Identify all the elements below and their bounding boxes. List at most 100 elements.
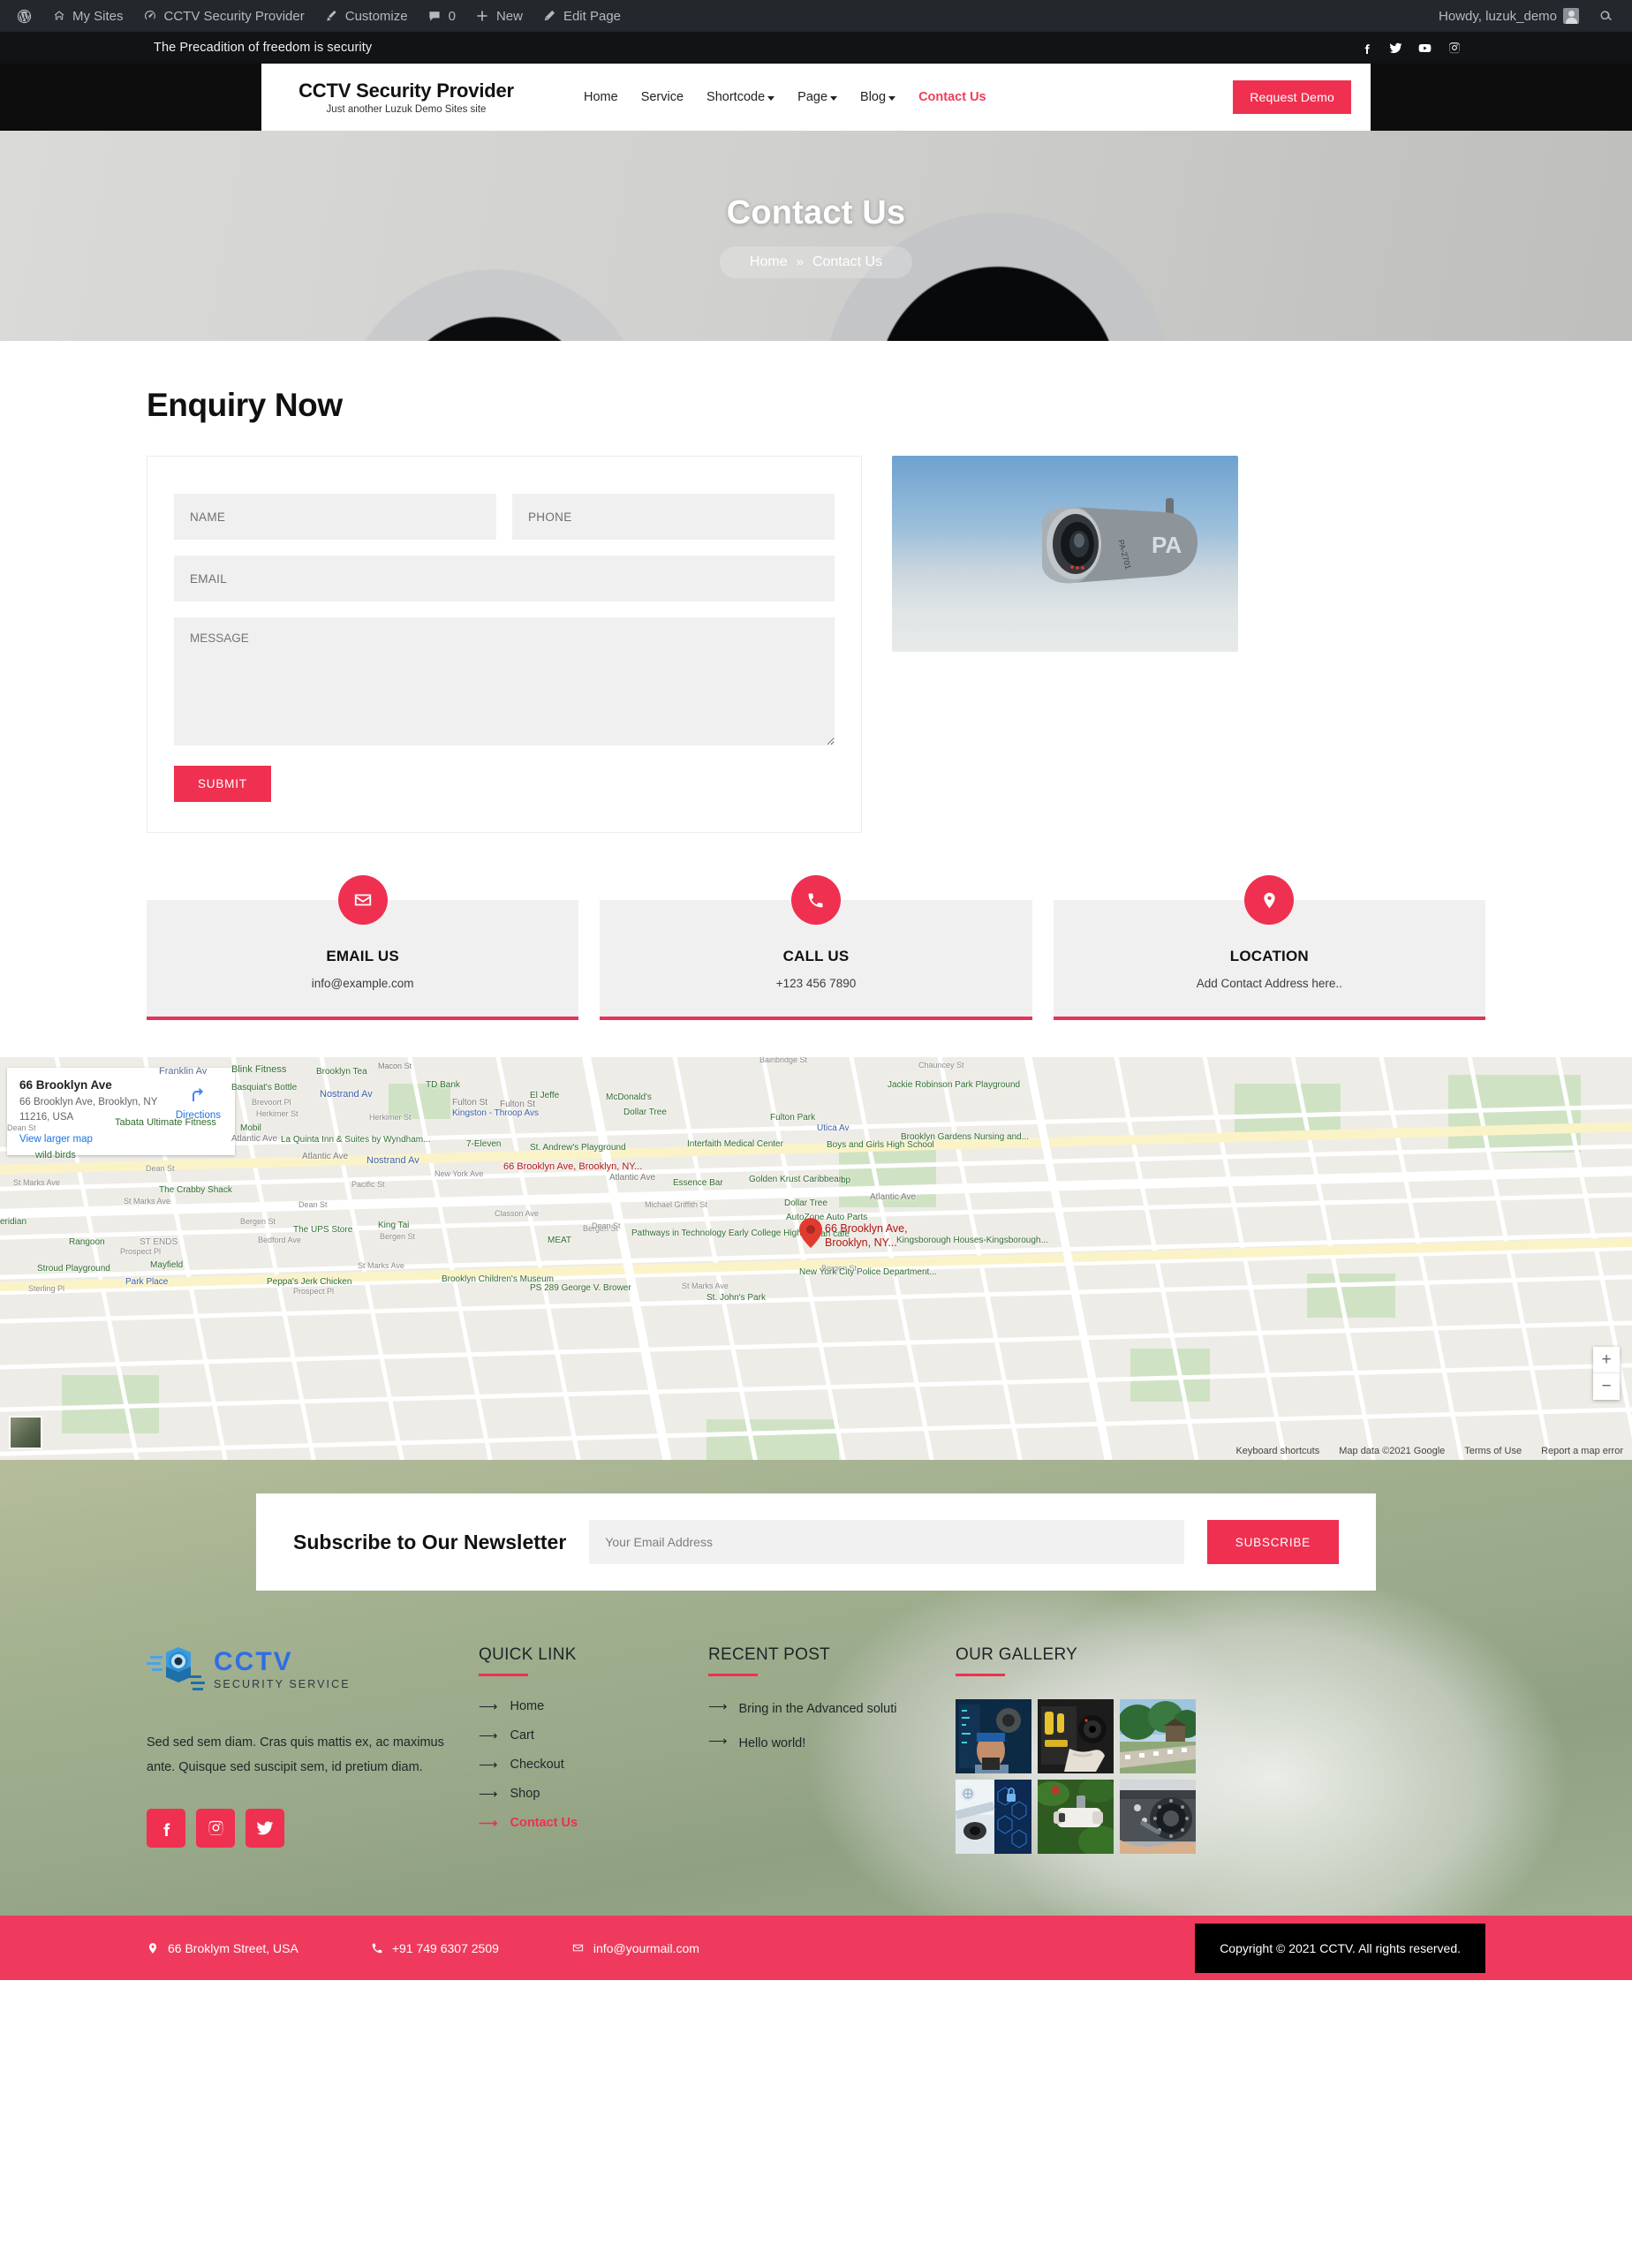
gallery-technician-server[interactable] [956, 1699, 1031, 1773]
admin-bar-search[interactable] [1589, 0, 1623, 32]
footer-link-shop[interactable]: ⟶ Shop [479, 1787, 708, 1801]
request-demo-button[interactable]: Request Demo [1233, 80, 1351, 114]
instagram-icon[interactable] [1447, 42, 1461, 55]
zoom-out-button[interactable]: − [1593, 1373, 1620, 1400]
message-textarea[interactable] [174, 617, 835, 745]
top-bar: The Precadition of freedom is security [0, 32, 1632, 64]
map-label: Dollar Tree [784, 1198, 827, 1208]
admin-bar-item-comments[interactable]: 0 [418, 0, 465, 32]
admin-bar-item-my-sites[interactable]: My Sites [42, 0, 133, 32]
nav-label: Contact Us [918, 90, 986, 104]
subscribe-button[interactable]: SUBSCRIBE [1206, 1520, 1339, 1564]
footer-gallery-column: OUR GALLERY [956, 1645, 1203, 1854]
map-label: TD Bank [426, 1080, 460, 1090]
map-pin-marker[interactable] [799, 1218, 822, 1248]
site-description: Just another Luzuk Demo Sites site [326, 104, 487, 116]
admin-bar-item-customize[interactable]: Customize [314, 0, 418, 32]
nav-item-page[interactable]: Page [786, 90, 849, 104]
footer-about-column: CCTV SECURITY SERVICE Sed sed sem diam. … [147, 1645, 479, 1854]
map-label: Tabata Ultimate Fitness [115, 1117, 216, 1128]
footer-email[interactable]: info@yourmail.com [571, 1941, 699, 1955]
admin-bar-item-edit-page[interactable]: Edit Page [533, 0, 631, 32]
gallery-camera-closeup[interactable] [1120, 1780, 1196, 1854]
twitter-icon[interactable] [1389, 42, 1402, 55]
admin-bar-item-site-name[interactable]: CCTV Security Provider [133, 0, 314, 32]
report-map-error-link[interactable]: Report a map error [1541, 1446, 1623, 1456]
map-label: bp [841, 1176, 851, 1185]
keyboard-shortcuts-link[interactable]: Keyboard shortcuts [1235, 1446, 1319, 1456]
map-pin-icon [148, 1942, 157, 1954]
breadcrumb-home[interactable]: Home [750, 254, 788, 270]
map-label: Pacific St [351, 1180, 385, 1189]
page-root: My Sites CCTV Security Provider Customiz… [0, 0, 1632, 1980]
avatar [1563, 8, 1579, 24]
gallery-outdoor-driveway[interactable] [1120, 1699, 1196, 1773]
gallery-camera-toolbox[interactable] [1038, 1699, 1114, 1773]
chevron-down-icon [767, 95, 775, 101]
submit-button[interactable]: SUBMIT [174, 766, 271, 802]
contact-card-call[interactable]: CALL US +123 456 7890 [600, 875, 1032, 1020]
street-view-thumbnail[interactable] [9, 1416, 42, 1449]
gallery-camera-foliage[interactable] [1038, 1780, 1114, 1854]
map-label: Franklin Av [159, 1066, 208, 1077]
svg-text:PA: PA [1152, 532, 1182, 558]
nav-item-service[interactable]: Service [630, 90, 695, 104]
facebook-icon[interactable] [147, 1808, 185, 1848]
admin-bar-label: CCTV Security Provider [163, 8, 305, 24]
footer-link-contact-us[interactable]: ⟶ Contact Us [479, 1816, 708, 1830]
site-branding[interactable]: CCTV Security Provider Just another Luzu… [261, 79, 542, 115]
nav-label: Service [640, 90, 684, 104]
google-map[interactable]: 66 Brooklyn Ave 66 Brooklyn Ave, Brookly… [0, 1057, 1632, 1460]
footer-logo[interactable]: CCTV SECURITY SERVICE [147, 1645, 447, 1693]
footer-link-checkout[interactable]: ⟶ Checkout [479, 1758, 708, 1772]
gallery-network-security[interactable] [956, 1780, 1031, 1854]
admin-bar-howdy[interactable]: Howdy, luzuk_demo [1429, 0, 1589, 32]
directions-button[interactable]: Directions [176, 1084, 221, 1121]
admin-bar-label: New [495, 8, 523, 24]
main-navigation: Home Service Shortcode Page Blog Contact… [572, 90, 998, 104]
map-label: McDonald's [606, 1092, 652, 1102]
contact-card-email[interactable]: EMAIL US info@example.com [147, 875, 579, 1020]
nav-item-shortcode[interactable]: Shortcode [695, 90, 786, 104]
map-label: Bergen St [380, 1232, 416, 1241]
terms-of-use-link[interactable]: Terms of Use [1464, 1446, 1522, 1456]
nav-item-home[interactable]: Home [572, 90, 630, 104]
phone-input[interactable] [512, 494, 835, 540]
page-hero-banner: Contact Us Home » Contact Us [0, 131, 1632, 341]
contact-cards: EMAIL US info@example.com CALL US +123 4… [147, 875, 1485, 1029]
footer-post-link[interactable]: ⟶ Hello world! [708, 1734, 956, 1753]
footer-post-link[interactable]: ⟶ Bring in the Advanced soluti [708, 1699, 956, 1719]
cctv-logo-icon [147, 1647, 205, 1690]
name-input[interactable] [174, 494, 496, 540]
footer-link-home[interactable]: ⟶ Home [479, 1699, 708, 1713]
footer-link-label: Shop [510, 1787, 540, 1801]
facebook-icon[interactable] [1360, 42, 1373, 55]
map-label: St. Andrew's Playground [530, 1143, 626, 1153]
footer-columns: CCTV SECURITY SERVICE Sed sed sem diam. … [132, 1591, 1500, 1916]
admin-bar-item-new[interactable]: New [465, 0, 533, 32]
map-zoom-controls[interactable]: + − [1593, 1347, 1620, 1400]
nav-item-contact-us[interactable]: Contact Us [907, 90, 998, 104]
footer-link-cart[interactable]: ⟶ Cart [479, 1728, 708, 1743]
youtube-icon[interactable] [1418, 42, 1432, 55]
nav-item-blog[interactable]: Blog [849, 90, 907, 104]
site-tagline: The Precadition of freedom is security [154, 41, 373, 55]
chevron-down-icon [830, 95, 838, 101]
wordpress-menu[interactable] [7, 0, 42, 32]
map-marker-label: 66 Brooklyn Ave, Brooklyn, NY... [825, 1222, 908, 1250]
twitter-icon[interactable] [246, 1808, 284, 1848]
map-label: Dean St [146, 1164, 175, 1173]
directions-icon [193, 1087, 204, 1101]
enquiry-form: SUBMIT [147, 456, 862, 833]
instagram-icon[interactable] [196, 1808, 235, 1848]
enquiry-row: SUBMIT [147, 456, 1485, 833]
email-input[interactable] [174, 556, 835, 601]
arrow-right-icon: ⟶ [479, 1698, 498, 1714]
view-larger-map-link[interactable]: View larger map [19, 1134, 93, 1145]
contact-card-location[interactable]: LOCATION Add Contact Address here.. [1053, 875, 1485, 1020]
form-actions: SUBMIT [174, 750, 835, 802]
zoom-in-button[interactable]: + [1593, 1347, 1620, 1373]
footer-phone[interactable]: +91 749 6307 2509 [371, 1941, 499, 1955]
newsletter-email-input[interactable] [589, 1520, 1184, 1564]
map-label: Nostrand Av [320, 1089, 373, 1100]
